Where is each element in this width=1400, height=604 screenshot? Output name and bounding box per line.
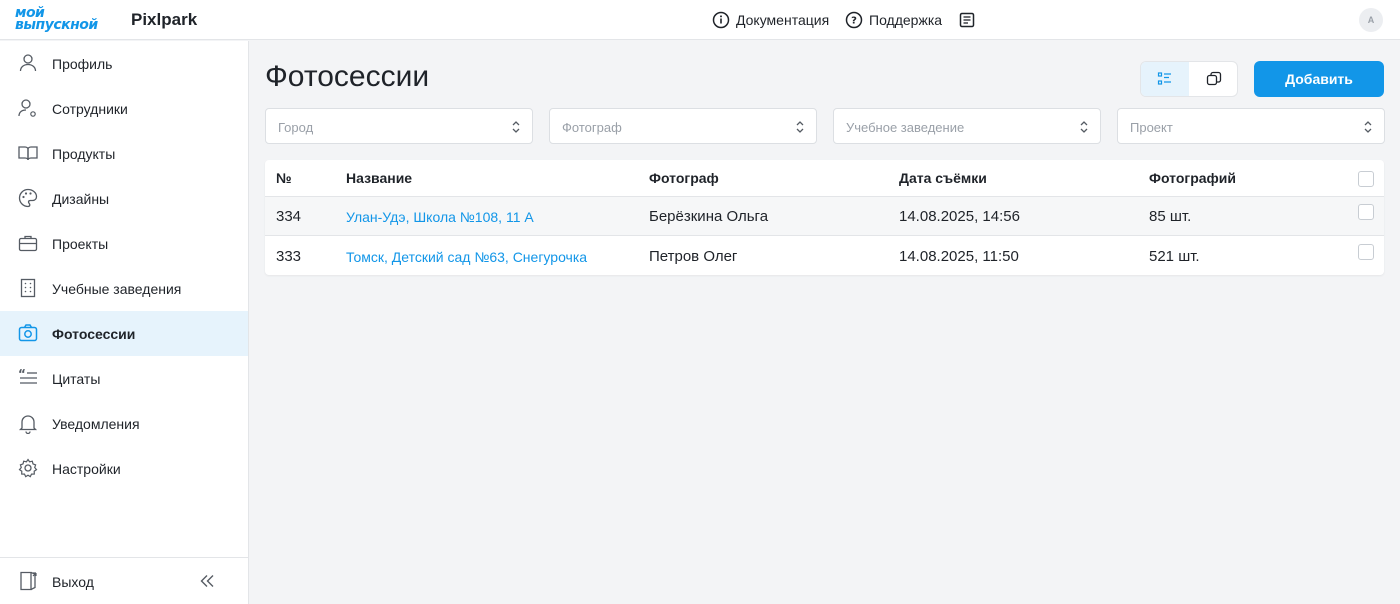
row-checkbox[interactable] xyxy=(1358,204,1374,220)
list-view-icon xyxy=(1157,72,1171,85)
top-bar: мой выпускной Pixlpark Документация ? По… xyxy=(0,0,1400,40)
chevron-updown-icon xyxy=(512,121,520,133)
project-filter-placeholder: Проект xyxy=(1130,120,1173,135)
row-photographer: Берёзкина Ольга xyxy=(649,208,769,225)
svg-text:“: “ xyxy=(18,367,26,381)
row-number: 334 xyxy=(276,208,302,225)
row-photographer: Петров Олег xyxy=(649,248,738,265)
logout-icon xyxy=(20,571,37,591)
sidebar-item-profile[interactable]: Профиль xyxy=(0,41,248,86)
bell-icon xyxy=(18,415,38,434)
sidebar-item-quotes[interactable]: “ Цитаты xyxy=(0,356,248,401)
city-filter[interactable]: Город xyxy=(265,108,533,144)
column-header-photo-count[interactable]: Фотографий xyxy=(1149,170,1236,186)
gear-icon xyxy=(18,458,38,478)
sidebar-item-label: Проекты xyxy=(52,236,109,252)
sidebar-item-label: Дизайны xyxy=(52,191,110,207)
collapse-sidebar-icon[interactable] xyxy=(198,572,216,590)
logout-label: Выход xyxy=(52,574,94,590)
list-view-button[interactable] xyxy=(1141,62,1189,96)
school-filter-placeholder: Учебное заведение xyxy=(846,120,965,135)
chevron-updown-icon xyxy=(796,121,804,133)
photographer-filter-placeholder: Фотограф xyxy=(562,120,622,135)
city-filter-placeholder: Город xyxy=(278,120,314,135)
palette-icon xyxy=(18,188,38,208)
info-icon xyxy=(712,11,730,29)
school-filter[interactable]: Учебное заведение xyxy=(833,108,1101,144)
help-icon: ? xyxy=(845,11,863,29)
briefcase-icon xyxy=(18,235,38,252)
sidebar-item-label: Уведомления xyxy=(52,416,140,432)
user-icon xyxy=(19,54,37,72)
column-header-name[interactable]: Название xyxy=(346,170,412,186)
logo-line-2: выпускной xyxy=(15,17,98,33)
table-row[interactable]: 333 Томск, Детский сад №63, Снегурочка П… xyxy=(265,237,1384,276)
row-name-link[interactable]: Улан-Удэ, Школа №108, 11 А xyxy=(346,209,534,225)
news-icon xyxy=(959,12,975,28)
table-header: № Название Фотограф Дата съёмки Фотограф… xyxy=(265,160,1384,197)
docs-label: Документация xyxy=(736,12,830,28)
sidebar-item-label: Сотрудники xyxy=(52,101,128,117)
sidebar-item-products[interactable]: Продукты xyxy=(0,131,248,176)
sidebar-item-label: Цитаты xyxy=(52,371,101,387)
sidebar-item-label: Настройки xyxy=(52,461,121,477)
row-photo-count: 521 шт. xyxy=(1149,248,1200,265)
news-button[interactable] xyxy=(958,0,982,40)
row-photo-count: 85 шт. xyxy=(1149,208,1192,225)
row-number: 333 xyxy=(276,248,302,265)
sidebar-item-label: Профиль xyxy=(52,56,113,72)
chevron-updown-icon xyxy=(1080,121,1088,133)
add-button[interactable]: Добавить xyxy=(1254,61,1384,97)
select-all-checkbox[interactable] xyxy=(1358,171,1374,187)
sidebar-item-label: Учебные заведения xyxy=(52,281,182,297)
sidebar-footer: Выход xyxy=(0,557,248,604)
gallery-view-icon xyxy=(1206,71,1222,86)
table-row[interactable]: 334 Улан-Удэ, Школа №108, 11 А Берёзкина… xyxy=(265,197,1384,236)
support-label: Поддержка xyxy=(869,12,943,28)
logo[interactable]: мой выпускной xyxy=(15,5,115,34)
sidebar-item-schools[interactable]: Учебные заведения xyxy=(0,266,248,311)
avatar[interactable]: A xyxy=(1359,8,1383,32)
sidebar-item-projects[interactable]: Проекты xyxy=(0,221,248,266)
row-checkbox[interactable] xyxy=(1358,244,1374,260)
row-date: 14.08.2025, 11:50 xyxy=(899,248,1019,265)
column-header-number[interactable]: № xyxy=(276,170,292,186)
chevron-updown-icon xyxy=(1364,121,1372,133)
sidebar-item-photosessions[interactable]: Фотосессии xyxy=(0,311,248,356)
row-date: 14.08.2025, 14:56 xyxy=(899,208,1020,225)
sidebar-item-label: Продукты xyxy=(52,146,116,162)
support-link[interactable]: ? Поддержка xyxy=(845,0,942,40)
view-toggle xyxy=(1140,61,1238,97)
gallery-view-button[interactable] xyxy=(1190,62,1237,96)
camera-icon xyxy=(18,324,38,342)
photosessions-table: № Название Фотограф Дата съёмки Фотограф… xyxy=(265,160,1384,275)
staff-settings-icon xyxy=(18,99,36,117)
column-header-photographer[interactable]: Фотограф xyxy=(649,170,719,186)
building-icon xyxy=(20,278,36,298)
project-filter[interactable]: Проект xyxy=(1117,108,1385,144)
brand-name: Pixlpark xyxy=(131,10,198,29)
sidebar-item-staff[interactable]: Сотрудники xyxy=(0,86,248,131)
sidebar-item-designs[interactable]: Дизайны xyxy=(0,176,248,221)
page-title: Фотосессии xyxy=(265,60,430,93)
sidebar: Профиль Сотрудники Продукты Дизайны Прое… xyxy=(0,41,249,604)
sidebar-item-notifications[interactable]: Уведомления xyxy=(0,401,248,446)
sidebar-item-settings[interactable]: Настройки xyxy=(0,446,248,491)
svg-text:?: ? xyxy=(851,16,857,27)
docs-link[interactable]: Документация xyxy=(712,0,829,40)
photographer-filter[interactable]: Фотограф xyxy=(549,108,817,144)
row-name-link[interactable]: Томск, Детский сад №63, Снегурочка xyxy=(346,249,587,265)
column-header-date[interactable]: Дата съёмки xyxy=(899,170,987,186)
book-open-icon xyxy=(18,146,38,161)
sidebar-item-label: Фотосессии xyxy=(52,326,136,342)
quote-icon: “ xyxy=(18,367,37,384)
